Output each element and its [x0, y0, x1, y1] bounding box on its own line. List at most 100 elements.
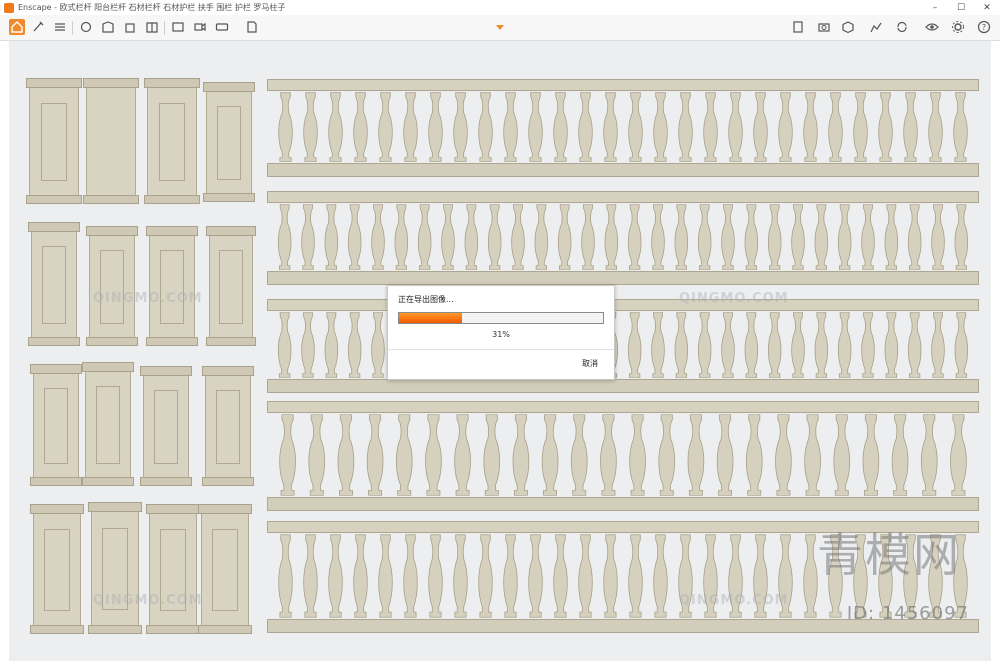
baluster: [603, 534, 618, 618]
help-icon[interactable]: ?: [976, 19, 992, 35]
baluster: [629, 414, 646, 496]
baluster: [950, 414, 967, 496]
baluster: [862, 414, 880, 496]
close-icon[interactable]: ✕: [974, 0, 1000, 15]
collapse-toolbar-icon[interactable]: [496, 25, 504, 30]
window-title: Enscape - 欧式栏杆 阳台栏杆 石材栏杆 石材护栏 扶手 围栏 护栏 罗…: [18, 3, 286, 12]
baluster: [353, 92, 368, 162]
baluster: [716, 414, 734, 496]
baluster: [678, 92, 693, 162]
baluster: [578, 92, 593, 162]
building-icon[interactable]: [122, 19, 138, 35]
baluster: [697, 204, 712, 270]
eye-icon[interactable]: [924, 19, 940, 35]
watermark-id: ID: 1456097: [846, 603, 969, 624]
baluster: [353, 534, 368, 618]
baluster: [570, 414, 588, 496]
baluster: [371, 312, 385, 378]
pillar: [30, 364, 82, 486]
balustrade-2: [267, 191, 979, 285]
baluster: [301, 204, 315, 270]
baluster: [478, 534, 493, 618]
progress-bar: [398, 312, 604, 324]
baluster: [425, 414, 442, 496]
pillar: [140, 366, 192, 486]
baluster: [721, 312, 735, 378]
baluster: [753, 92, 768, 162]
balusters: [273, 311, 973, 379]
watermark-text: QINGMO.COM: [679, 593, 789, 608]
baluster: [628, 534, 643, 618]
baluster: [277, 312, 292, 378]
balusters: [273, 91, 973, 163]
baluster: [627, 312, 642, 378]
baluster: [581, 204, 595, 270]
baluster: [553, 534, 568, 618]
dialog-divider: [388, 349, 614, 350]
baluster: [767, 312, 782, 378]
watermark-text: QINGMO.COM: [93, 593, 203, 608]
vr-icon[interactable]: [790, 19, 806, 35]
sync-icon[interactable]: [894, 19, 910, 35]
book-icon[interactable]: [144, 19, 160, 35]
home-icon[interactable]: [9, 19, 25, 35]
baluster: [954, 312, 969, 378]
panorama-icon[interactable]: [214, 19, 230, 35]
views-icon[interactable]: [100, 19, 116, 35]
balusters: [273, 203, 973, 271]
progress-fill: [399, 313, 463, 323]
baluster: [503, 534, 518, 618]
baluster: [512, 414, 530, 496]
brush-icon[interactable]: [30, 19, 46, 35]
minimize-icon[interactable]: –: [922, 0, 948, 15]
baluster: [395, 414, 413, 496]
balustrade-4: [267, 401, 979, 511]
baluster: [279, 414, 296, 496]
baluster: [503, 92, 518, 162]
baluster: [378, 534, 393, 618]
baluster: [651, 312, 665, 378]
baluster: [878, 92, 893, 162]
dialog-title: 正在导出图像...: [398, 295, 454, 304]
baluster: [328, 534, 343, 618]
baluster: [853, 92, 868, 162]
bim-icon[interactable]: [52, 19, 68, 35]
baluster: [804, 414, 821, 496]
maximize-icon[interactable]: ☐: [948, 0, 974, 15]
baluster: [954, 204, 969, 270]
baluster: [903, 92, 918, 162]
balustrade-3: [267, 299, 979, 393]
baluster: [428, 92, 443, 162]
baluster: [651, 204, 665, 270]
pillar: [202, 366, 254, 486]
pillar: [28, 222, 80, 346]
baluster: [775, 414, 792, 496]
baluster: [557, 204, 572, 270]
baluster: [403, 534, 418, 618]
cancel-button[interactable]: 取消: [582, 358, 598, 369]
baluster: [378, 92, 393, 162]
baluster: [301, 312, 315, 378]
graph-icon[interactable]: [868, 19, 884, 35]
pillar: [26, 78, 82, 204]
settings-icon[interactable]: [950, 19, 966, 35]
baluster: [891, 414, 909, 496]
camera-icon[interactable]: [816, 19, 832, 35]
baluster: [553, 92, 568, 162]
pillar: [82, 362, 134, 486]
watermark-text: QINGMO.COM: [93, 291, 203, 306]
cube-icon[interactable]: [840, 19, 856, 35]
baluster: [578, 534, 593, 618]
baluster: [907, 204, 922, 270]
asset-icon[interactable]: [78, 19, 94, 35]
baluster: [308, 414, 326, 496]
watermark-text: QINGMO.COM: [679, 291, 789, 306]
video-icon[interactable]: [192, 19, 208, 35]
screenshot-icon[interactable]: [170, 19, 186, 35]
baluster: [441, 204, 455, 270]
baluster: [884, 312, 899, 378]
export-icon[interactable]: [244, 19, 260, 35]
pillar: [30, 504, 84, 634]
baluster: [728, 92, 743, 162]
baluster: [928, 92, 943, 162]
